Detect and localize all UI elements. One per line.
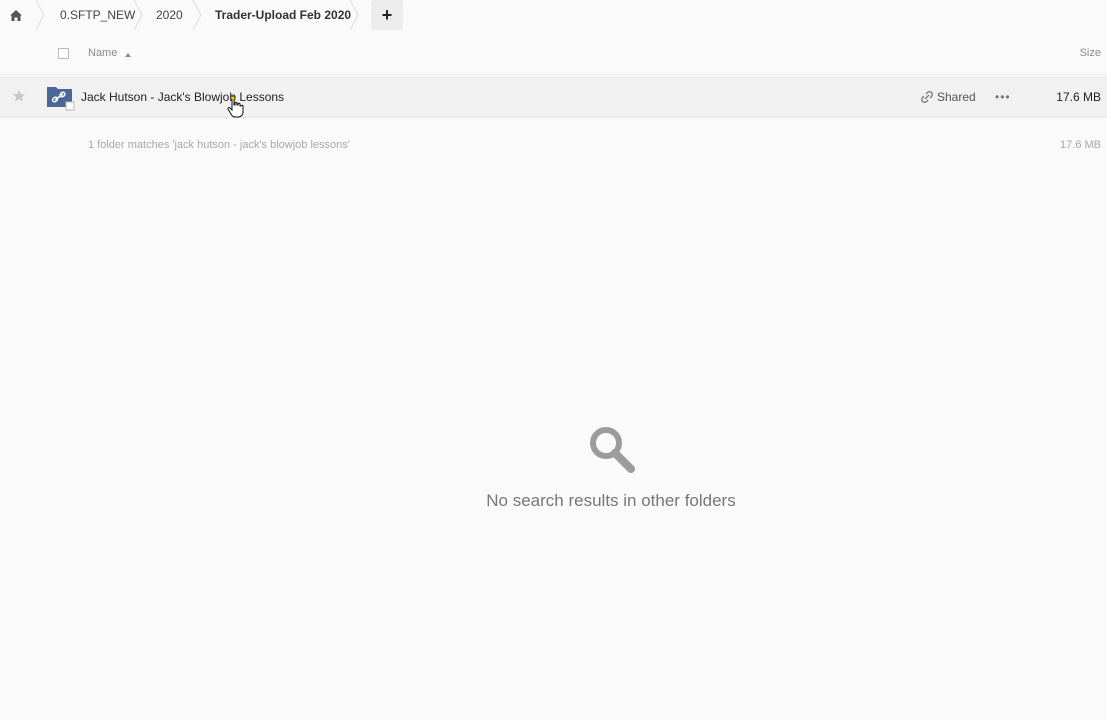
breadcrumb-separator-icon	[349, 0, 359, 30]
breadcrumb: 0.SFTP_NEW 2020 Trader-Upload Feb 2020 +	[0, 0, 1107, 30]
breadcrumb-separator-icon	[133, 0, 143, 30]
empty-state-message: No search results in other folders	[486, 491, 736, 510]
table-row[interactable]: Jack Hutson - Jack's Blowjob Lessons Sha…	[0, 76, 1107, 118]
search-icon	[590, 427, 635, 473]
hand-pointer-icon	[227, 95, 244, 118]
home-icon[interactable]	[0, 0, 32, 30]
file-name[interactable]: Jack Hutson - Jack's Blowjob Lessons	[81, 90, 284, 104]
more-actions-button[interactable]: •••	[995, 90, 1011, 104]
star-icon[interactable]	[12, 89, 26, 103]
column-header-name[interactable]: Name	[88, 47, 117, 59]
breadcrumb-item-current[interactable]: Trader-Upload Feb 2020	[215, 0, 351, 30]
sort-ascending-icon[interactable]	[125, 53, 131, 57]
shared-label: Shared	[937, 90, 976, 104]
column-header-size[interactable]: Size	[1080, 47, 1101, 59]
file-list-header: Name Size	[0, 34, 1107, 75]
summary-size: 17.6 MB	[1060, 139, 1101, 151]
search-summary: 1 folder matches 'jack hutson - jack's b…	[88, 139, 350, 151]
breadcrumb-separator-icon	[192, 0, 202, 30]
file-size: 17.6 MB	[1056, 90, 1101, 104]
link-icon	[921, 91, 933, 103]
breadcrumb-item-2020[interactable]: 2020	[156, 0, 183, 30]
breadcrumb-separator-icon	[35, 0, 45, 30]
breadcrumb-item-sftp[interactable]: 0.SFTP_NEW	[60, 0, 135, 30]
new-item-button[interactable]: +	[371, 0, 403, 30]
shared-folder-icon[interactable]	[46, 85, 76, 111]
share-status[interactable]: Shared	[921, 90, 976, 104]
select-all-checkbox[interactable]	[58, 48, 69, 59]
